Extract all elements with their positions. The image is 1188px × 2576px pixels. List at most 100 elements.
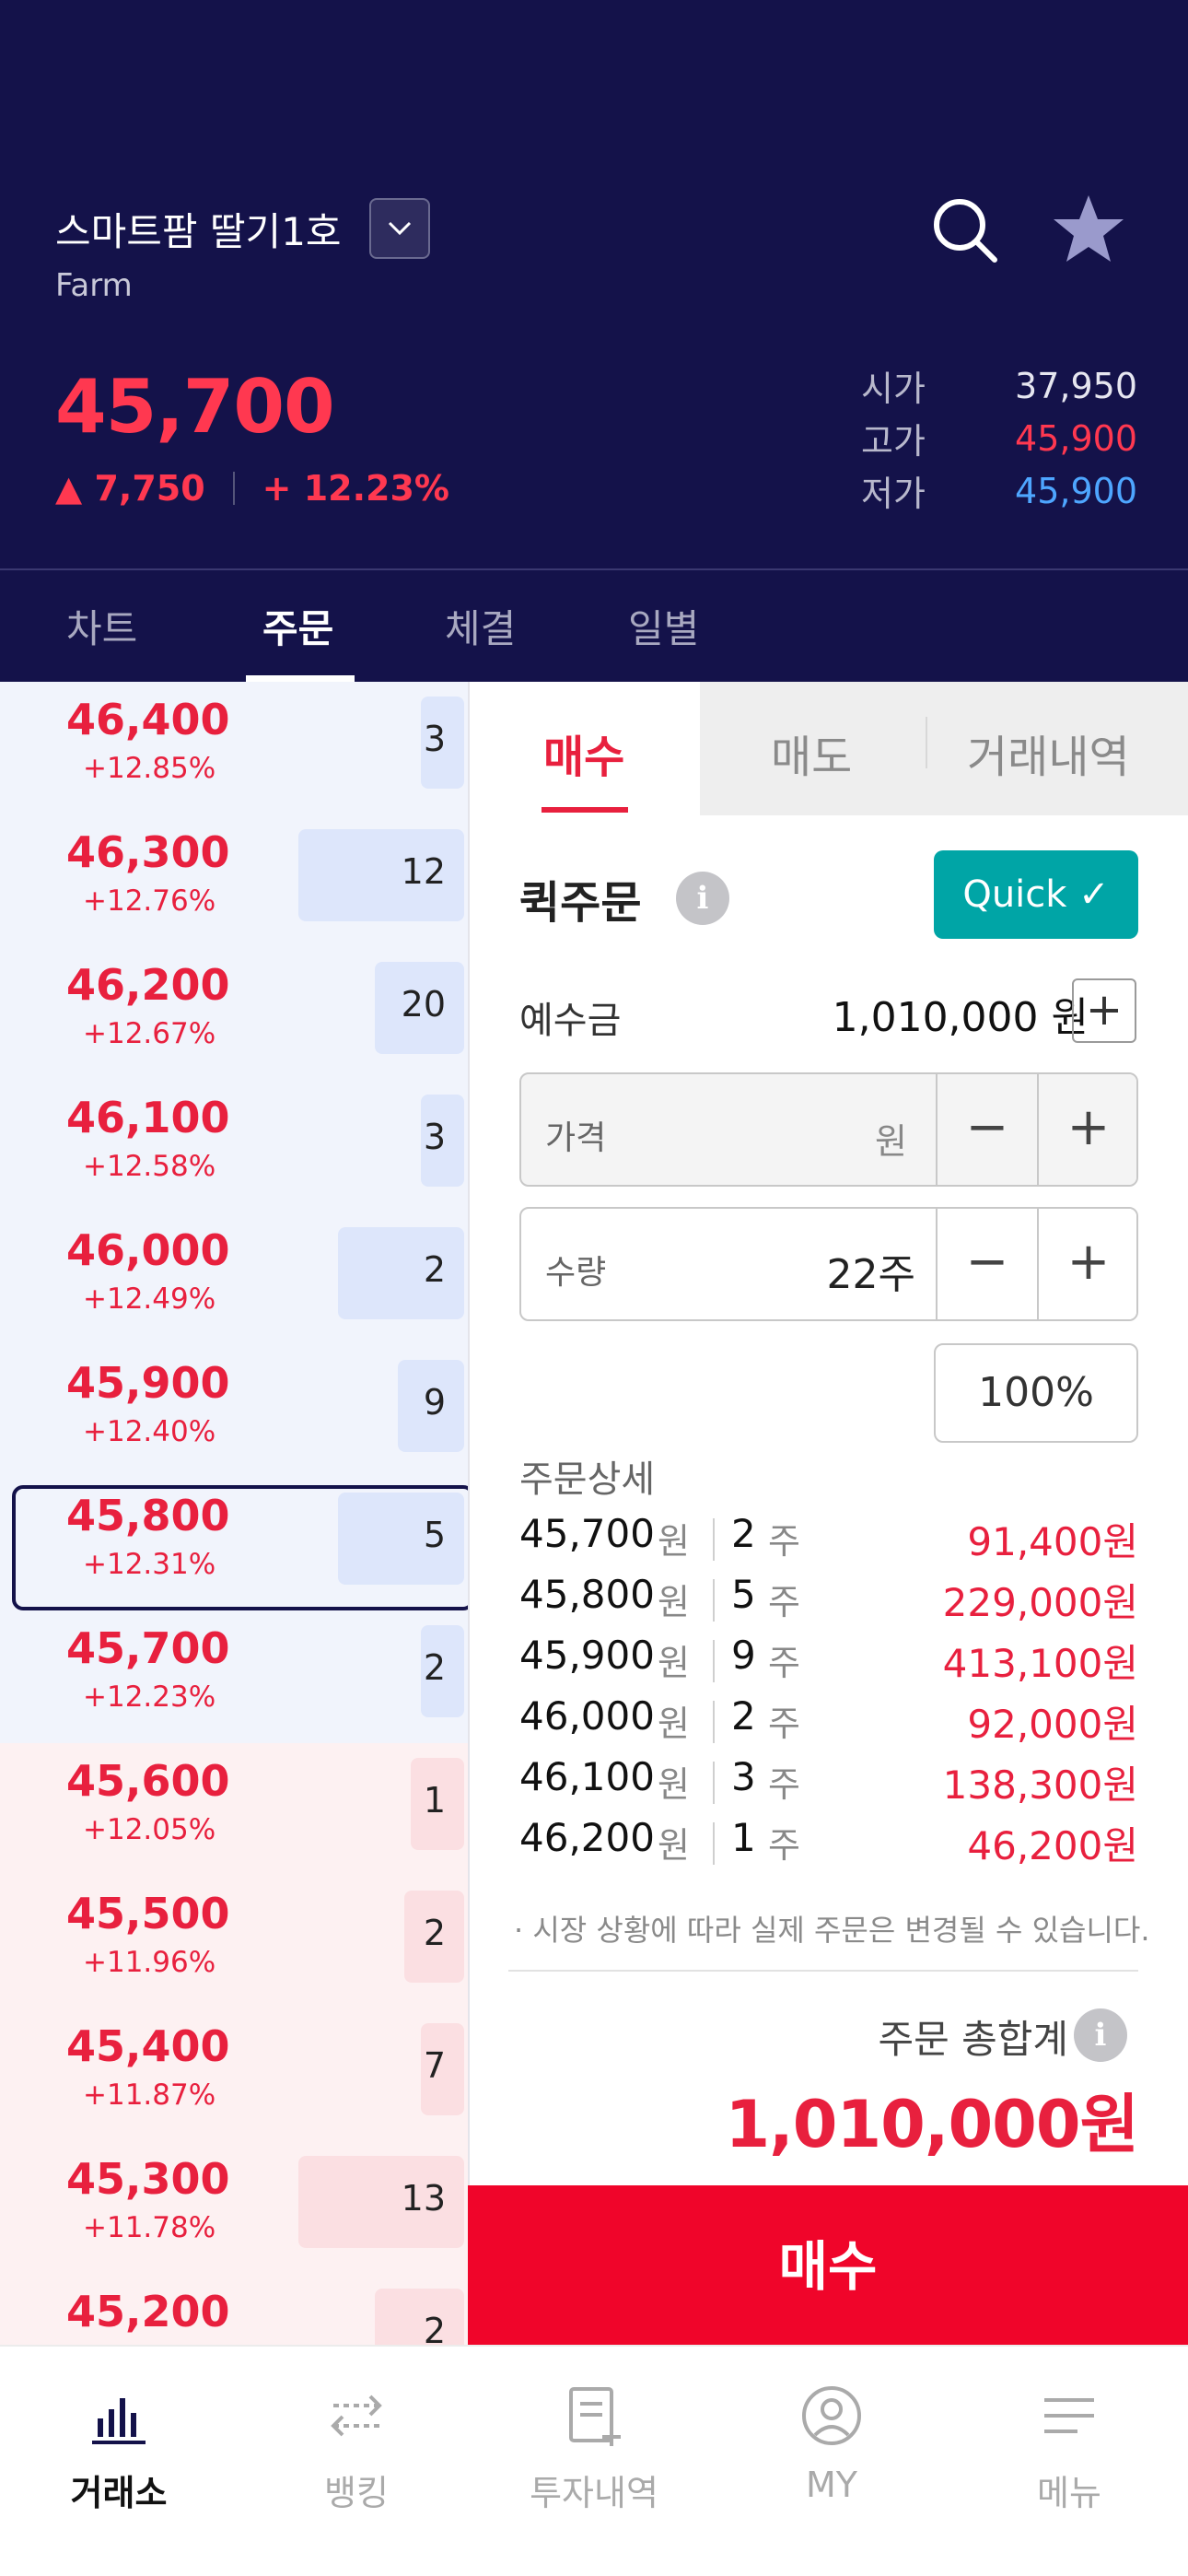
book-change-rate: +11.87% <box>83 2078 216 2112</box>
detail-price-unit: 원 <box>658 1704 690 1744</box>
quantity-decrease-button[interactable]: − <box>936 1209 1037 1319</box>
detail-amount: 138,300원 <box>942 1762 1138 1808</box>
deposit-add-button[interactable]: + <box>1072 978 1136 1043</box>
price-increase-button[interactable]: + <box>1037 1074 1136 1185</box>
detail-price-unit: 원 <box>658 1825 690 1866</box>
detail-price-unit: 원 <box>658 1764 690 1805</box>
order-type-tabs: 매수 매도 거래내역 <box>470 682 1188 815</box>
stock-header: 스마트팜 딸기1호 Farm 45,700 ▲ 7,750 + 12.23% 시… <box>0 0 1188 682</box>
tab-buy[interactable]: 매수 <box>470 682 700 815</box>
book-quantity: 2 <box>423 2311 446 2345</box>
detail-quantity-unit: 주 <box>768 1825 800 1866</box>
document-plus-icon <box>569 2387 621 2446</box>
book-price: 46,100 <box>66 1093 230 1142</box>
order-detail-row: 45,700 원 2 주 91,400원 <box>519 1511 1138 1572</box>
search-icon[interactable] <box>930 195 1000 265</box>
quantity-field-label: 수량 <box>545 1254 607 1292</box>
book-quantity: 2 <box>423 1249 446 1290</box>
transfer-icon <box>331 2395 382 2437</box>
bid-row[interactable]: 45,300 +11.78% 13 <box>0 2141 468 2274</box>
low-row: 저가 45,900 <box>861 464 1137 517</box>
separator <box>232 472 235 505</box>
ask-row[interactable]: 45,900 +12.40% 9 <box>0 1345 468 1478</box>
book-quantity: 9 <box>423 1382 446 1423</box>
ask-row[interactable]: 46,000 +12.49% 2 <box>0 1212 468 1345</box>
book-price: 45,600 <box>66 1756 230 1806</box>
book-price: 45,300 <box>66 2154 230 2204</box>
order-detail-row: 46,200 원 1 주 46,200원 <box>519 1815 1138 1876</box>
bid-row[interactable]: 45,200 2 <box>0 2274 468 2345</box>
book-quantity: 13 <box>401 2178 446 2219</box>
percent-button[interactable]: 100% <box>934 1343 1138 1443</box>
ask-row[interactable]: 46,400 +12.85% 3 <box>0 682 468 814</box>
quick-order-title: 퀵주문 <box>519 877 642 929</box>
detail-price: 46,100 <box>519 1754 655 1799</box>
price-field-label: 가격 <box>545 1119 607 1157</box>
tab-sell[interactable]: 매도 <box>771 720 852 785</box>
ask-row[interactable]: 46,100 +12.58% 3 <box>0 1080 468 1212</box>
stock-select-dropdown[interactable] <box>368 198 430 259</box>
info-icon[interactable]: i <box>676 872 729 925</box>
buy-submit-button[interactable]: 매수 <box>468 2185 1188 2348</box>
detail-quantity: 1 <box>731 1815 756 1860</box>
book-quantity: 20 <box>401 984 446 1025</box>
ohl-summary: 시가 37,950 고가 45,900 저가 45,900 <box>861 359 1137 517</box>
nav-menu[interactable]: 메뉴 <box>950 2347 1188 2576</box>
detail-price: 45,800 <box>519 1572 655 1617</box>
total-info-icon[interactable]: i <box>1074 2008 1127 2062</box>
tab-chart[interactable]: 차트 <box>66 598 137 654</box>
order-book: 46,400 +12.85% 3 46,300 +12.76% 12 46,200 +12.6… <box>0 682 468 2345</box>
nav-investments[interactable]: 투자내역 <box>475 2347 713 2576</box>
nav-banking[interactable]: 뱅킹 <box>238 2347 475 2576</box>
menu-icon <box>1044 2398 1094 2433</box>
quantity-field-value: 22주 <box>826 1251 915 1298</box>
detail-quantity: 5 <box>731 1572 756 1617</box>
tab-trades[interactable]: 체결 <box>445 598 516 654</box>
change-rate: + 12.23% <box>262 468 449 509</box>
order-detail-table: 45,700 원 2 주 91,400원 45,800 원 5 주 229,000원 45,900 원… <box>519 1511 1138 1876</box>
ask-row[interactable]: 46,200 +12.67% 20 <box>0 947 468 1080</box>
detail-price: 46,000 <box>519 1693 655 1739</box>
deposit-label: 예수금 <box>519 1000 622 1042</box>
star-icon[interactable] <box>1052 192 1125 265</box>
high-row: 고가 45,900 <box>861 412 1137 464</box>
book-change-rate: +12.85% <box>83 752 216 785</box>
quantity-increase-button[interactable]: + <box>1037 1209 1136 1319</box>
bid-row[interactable]: 45,600 +12.05% 1 <box>0 1743 468 1876</box>
book-price: 45,500 <box>66 1889 230 1938</box>
tab-separator <box>926 717 927 768</box>
book-quantity: 1 <box>423 1780 446 1821</box>
quick-toggle-button[interactable]: Quick ✓ <box>934 850 1138 939</box>
price-decrease-button[interactable]: − <box>936 1074 1037 1185</box>
book-change-rate: +12.05% <box>83 1813 216 1846</box>
book-quantity: 2 <box>423 1647 446 1688</box>
nav-exchange[interactable]: 거래소 <box>0 2347 238 2576</box>
open-value: 37,950 <box>1015 365 1137 406</box>
stock-category: Farm <box>55 267 133 304</box>
bid-row[interactable]: 45,500 +11.96% 2 <box>0 1876 468 2008</box>
order-detail-title: 주문상세 <box>519 1458 656 1501</box>
nav-my[interactable]: MY <box>713 2347 950 2576</box>
low-label: 저가 <box>861 474 926 514</box>
stock-name: 스마트팜 딸기1호 <box>55 208 342 254</box>
tab-order[interactable]: 주문 <box>262 598 333 654</box>
ask-row[interactable]: 45,700 +12.23% 2 <box>0 1610 468 1743</box>
nav-investments-label: 투자내역 <box>530 2473 658 2513</box>
tab-history[interactable]: 거래내역 <box>967 720 1130 785</box>
book-price: 45,700 <box>66 1623 230 1673</box>
tab-daily[interactable]: 일별 <box>628 598 699 654</box>
high-value: 45,900 <box>1015 417 1137 459</box>
ask-row[interactable]: 46,300 +12.76% 12 <box>0 814 468 947</box>
active-tab-indicator <box>246 675 355 682</box>
detail-quantity-unit: 주 <box>768 1764 800 1805</box>
detail-amount: 229,000원 <box>942 1580 1138 1625</box>
detail-separator <box>713 1762 715 1804</box>
detail-price-unit: 원 <box>658 1521 690 1562</box>
quantity-field[interactable]: 수량 22주 − + <box>519 1207 1138 1321</box>
price-field[interactable]: 가격 원 − + <box>519 1072 1138 1187</box>
detail-separator <box>713 1518 715 1561</box>
price-change-row: ▲ 7,750 + 12.23% <box>55 468 449 509</box>
book-change-rate: +12.76% <box>83 884 216 918</box>
main-tabs: 차트 주문 체결 일별 <box>0 570 1188 682</box>
bid-row[interactable]: 45,400 +11.87% 7 <box>0 2008 468 2141</box>
